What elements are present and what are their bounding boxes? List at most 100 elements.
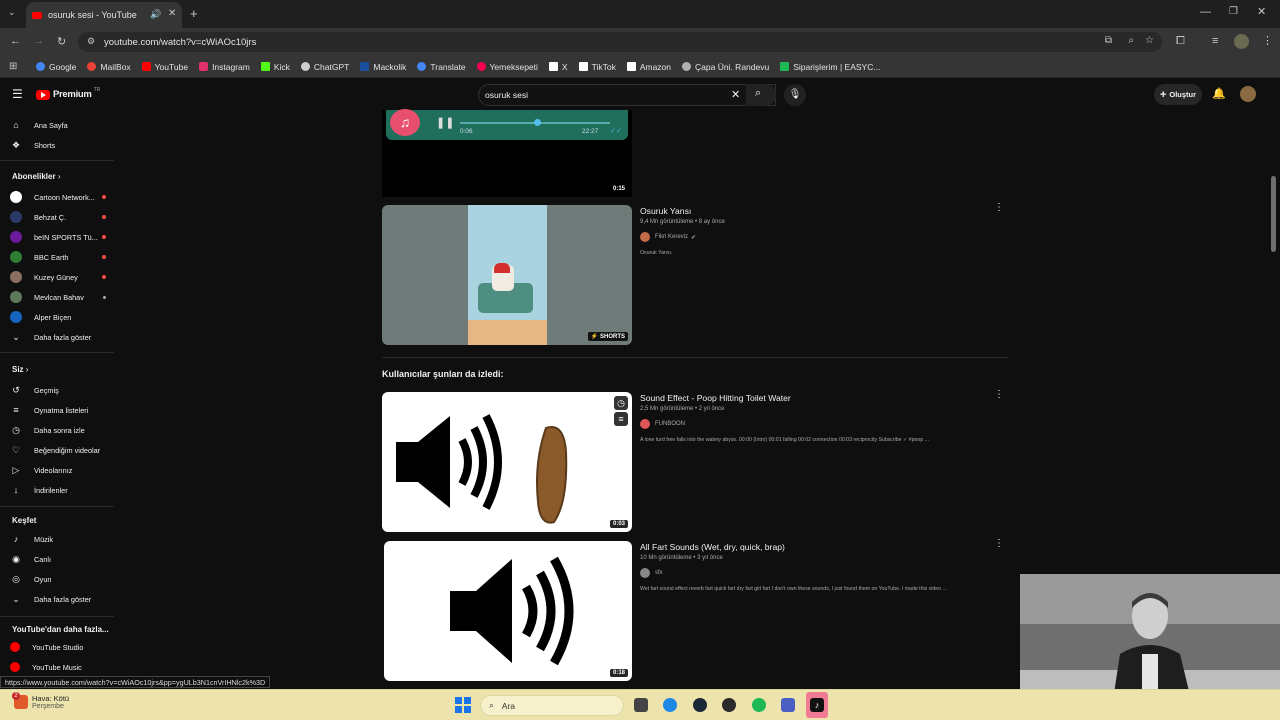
add-to-queue-icon[interactable]: ≡ — [614, 412, 628, 426]
zoom-icon[interactable]: ⌕ — [1128, 35, 1134, 46]
voice-search-button[interactable]: 🎙 — [784, 84, 806, 106]
speaker-icon[interactable]: 🔊 — [150, 9, 161, 20]
subscriptions-heading[interactable]: Abonelikler › — [12, 172, 60, 181]
bookmark-google[interactable]: Google — [36, 62, 76, 72]
sidebar-show-more[interactable]: ⌄ Daha fazla göster — [10, 330, 91, 344]
back-icon[interactable]: ← — [10, 35, 21, 47]
sidebar-item-your-videos[interactable]: ▷ Videolarınız — [10, 463, 73, 477]
hamburger-menu-icon[interactable]: ☰ — [12, 87, 23, 101]
sidebar-item-music-app[interactable]: YouTube Music — [10, 660, 82, 674]
weather-widget[interactable]: 2 Hava: Kötü Perşembe — [12, 692, 69, 710]
bookmark-easycep[interactable]: Siparişlerim | EASYC... — [780, 62, 880, 72]
task-view-icon[interactable] — [634, 698, 648, 712]
bookmark-star-icon[interactable]: ☆ — [1145, 35, 1154, 46]
tab-search-icon[interactable]: ⌄ — [8, 7, 16, 18]
chatgpt-icon — [300, 62, 310, 71]
bookmark-capa[interactable]: Çapa Üni. Randevu — [682, 62, 769, 72]
video-thumbnail-partial[interactable]: ♫ ❚❚ 0:06 22:27 ✓✓ 0:15 — [382, 109, 632, 197]
apps-grid-icon[interactable]: ⊞ — [9, 61, 17, 72]
sidebar-explore-show-more[interactable]: ⌄ Daha fazla göster — [10, 592, 91, 606]
notifications-bell-icon[interactable]: 🔔 — [1212, 87, 1226, 100]
clear-search-icon[interactable]: ✕ — [731, 88, 740, 101]
bookmark-tiktok[interactable]: TikTok — [578, 62, 616, 72]
more-options-icon[interactable]: ⋮ — [994, 539, 1004, 549]
more-options-icon[interactable]: ⋮ — [994, 203, 1004, 213]
sidebar-sub-cartoon-network[interactable]: Cartoon Network... — [10, 190, 114, 204]
bookmark-chatgpt[interactable]: ChatGPT — [300, 62, 349, 72]
sidebar-item-history[interactable]: ↺ Geçmiş — [10, 383, 59, 397]
sidebar-item-watch-later[interactable]: ◷ Daha sonra izle — [10, 423, 85, 437]
extensions-icon[interactable]: ⧠ — [1176, 35, 1185, 48]
video-thumbnail[interactable]: 0:18 — [384, 541, 632, 681]
chrome-menu-icon[interactable]: ⋮ — [1262, 34, 1273, 47]
bookmark-youtube[interactable]: YouTube — [141, 62, 188, 72]
sidebar-item-studio[interactable]: YouTube Studio — [10, 640, 83, 654]
video-thumbnail[interactable]: ◷ ≡ 0:03 — [382, 392, 632, 532]
sidebar-sub-mevlcan[interactable]: Mevlcan Bahav — [10, 290, 84, 304]
youtube-studio-icon — [10, 642, 20, 652]
sidebar-item-music[interactable]: ♪ Müzik — [10, 532, 53, 546]
bookmark-amazon[interactable]: Amazon — [626, 62, 671, 72]
sidebar-item-gaming[interactable]: ◎ Oyun — [10, 572, 51, 586]
kick-icon — [260, 62, 270, 71]
install-icon[interactable]: ⧉ — [1105, 35, 1112, 46]
game-launcher-icon[interactable] — [722, 698, 736, 712]
sidebar-item-playlists[interactable]: ≡ Oynatma listeleri — [10, 403, 88, 417]
create-button[interactable]: + Oluştur — [1154, 84, 1202, 105]
video-title[interactable]: Sound Effect - Poop Hitting Toilet Water — [640, 393, 1000, 403]
forward-icon[interactable]: → — [33, 35, 44, 47]
reading-list-icon[interactable]: ≡ — [1212, 35, 1218, 47]
sidebar-item-liked[interactable]: ♡ Beğendiğim videolar — [10, 443, 100, 457]
video-title[interactable]: All Fart Sounds (Wet, dry, quick, brap) — [640, 542, 1000, 552]
sidebar-item-shorts[interactable]: ❖ Shorts — [10, 138, 55, 152]
chrome-icon[interactable] — [663, 698, 677, 712]
bookmark-mailbox[interactable]: MailBox — [87, 62, 131, 72]
sidebar-sub-bein[interactable]: beIN SPORTS Tü... — [10, 230, 98, 244]
steam-icon[interactable] — [693, 698, 707, 712]
bookmark-x[interactable]: X — [548, 62, 568, 72]
video-title[interactable]: Osuruk Yansı — [640, 206, 980, 216]
video-thumbnail[interactable]: ⚡ SHORTS — [382, 205, 632, 345]
window-close-icon[interactable]: ✕ — [1257, 5, 1266, 18]
new-tab-icon[interactable]: + — [190, 6, 198, 21]
bookmark-instagram[interactable]: Instagram — [199, 62, 250, 72]
windows-start-icon[interactable] — [455, 697, 471, 713]
sidebar-sub-behzat[interactable]: Behzat Ç. — [10, 210, 66, 224]
more-options-icon[interactable]: ⋮ — [994, 390, 1004, 400]
channel-avatar — [10, 311, 22, 323]
search-button[interactable]: ⌕ — [746, 84, 776, 106]
search-input[interactable]: osuruk sesi ✕ — [478, 84, 776, 106]
profile-avatar[interactable] — [1234, 34, 1249, 49]
restore-icon[interactable]: ❐ — [1229, 6, 1238, 17]
taskbar: 2 Hava: Kötü Perşembe ⌕ Ara ♪ — [0, 689, 1280, 720]
channel-row[interactable]: sfx — [640, 568, 1000, 578]
watch-later-icon[interactable]: ◷ — [614, 396, 628, 410]
teams-icon[interactable] — [781, 698, 795, 712]
taskbar-search[interactable]: ⌕ Ara — [480, 695, 624, 716]
page-scrollbar[interactable] — [1271, 176, 1276, 252]
bookmark-kick[interactable]: Kick — [260, 62, 290, 72]
sidebar-item-downloads[interactable]: ↓ İndirilenler — [10, 483, 68, 497]
sidebar-sub-alper[interactable]: Alper Biçen — [10, 310, 71, 324]
sidebar-item-live[interactable]: ◉ Canlı — [10, 552, 51, 566]
minimize-icon[interactable]: — — [1200, 6, 1211, 18]
tab-close-icon[interactable]: ✕ — [168, 8, 176, 19]
youtube-play-icon — [36, 89, 50, 100]
spotify-icon[interactable] — [752, 698, 766, 712]
site-info-icon[interactable]: ⚙ — [87, 36, 95, 47]
tiktok-app-active[interactable]: ♪ — [806, 692, 828, 718]
channel-row[interactable]: FUNBOON — [640, 419, 1000, 429]
sidebar-sub-kuzey-guney[interactable]: Kuzey Güney — [10, 270, 78, 284]
account-avatar[interactable] — [1240, 86, 1256, 102]
bookmark-yemeksepeti[interactable]: Yemeksepeti — [476, 62, 538, 72]
bookmark-translate[interactable]: Translate — [417, 62, 466, 72]
reload-icon[interactable]: ↻ — [57, 35, 66, 48]
sidebar-item-home[interactable]: ⌂ Ana Sayfa — [10, 118, 67, 132]
you-heading[interactable]: Siz › — [12, 365, 28, 374]
sidebar-sub-bbc-earth[interactable]: BBC Earth — [10, 250, 68, 264]
browser-tab[interactable]: osuruk sesi - YouTube 🔊 ✕ — [26, 2, 182, 28]
bookmark-mackolik[interactable]: Mackolik — [360, 62, 406, 72]
channel-row[interactable]: Fikri Kereviz ✔ — [640, 232, 980, 242]
address-bar[interactable]: ⚙ youtube.com/watch?v=cWiAOc10jrs ⧉ ⌕ ☆ — [78, 32, 1162, 52]
youtube-logo[interactable]: Premium TR — [36, 87, 100, 100]
